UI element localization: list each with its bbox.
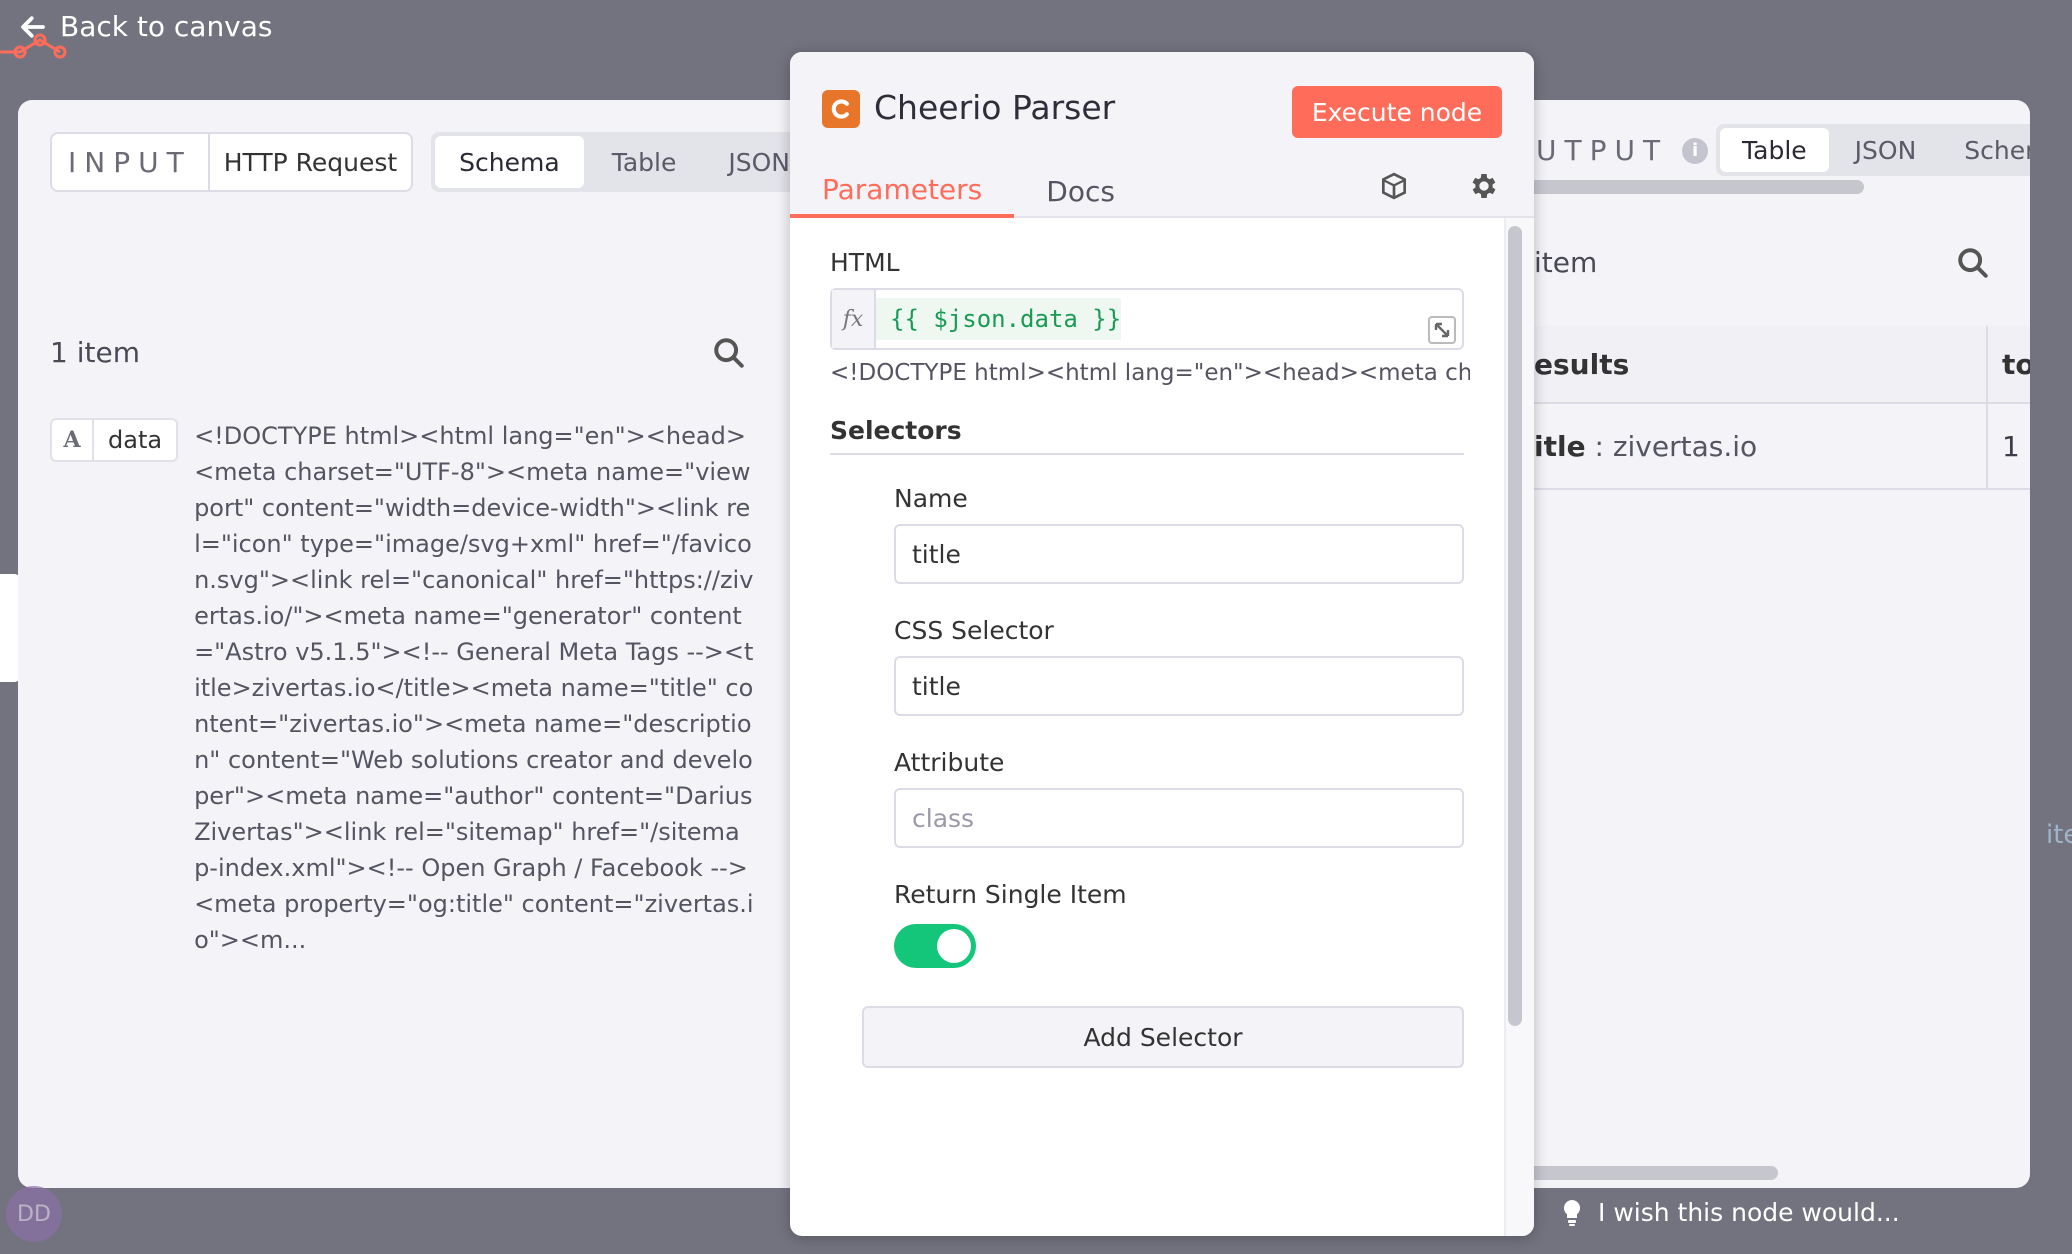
execute-node-button[interactable]: Execute node (1292, 86, 1502, 138)
html-expression-preview: <!DOCTYPE html><html lang="en"><head><me… (830, 360, 1470, 386)
css-selector-input[interactable]: title (894, 656, 1464, 716)
output-tab-table[interactable]: Table (1720, 128, 1829, 172)
html-expression-input[interactable]: fx {{ $json.data }} (830, 288, 1464, 350)
output-item-count: item (1534, 246, 1598, 279)
node-header: Cheerio Parser Execute node Parameters D… (790, 52, 1534, 218)
node-title[interactable]: Cheerio Parser (874, 88, 1115, 127)
result-key: itle (1534, 429, 1586, 463)
output-view-tabs: Table JSON Schem (1716, 124, 2030, 176)
node-tabs: Parameters Docs (790, 164, 1147, 218)
input-item-count: 1 item (50, 336, 140, 369)
result-value: zivertas.io (1612, 429, 1758, 463)
input-panel: INPUT HTTP Request Schema Table JSON 1 i… (18, 100, 818, 1188)
selectors-section-title: Selectors (830, 416, 1464, 455)
node-details-panel: Cheerio Parser Execute node Parameters D… (790, 52, 1534, 1236)
return-single-item-label: Return Single Item (894, 880, 1127, 909)
table-cell-second: 1 (1986, 404, 2030, 488)
output-horizontal-scrollbar-bottom[interactable] (1520, 1166, 1778, 1180)
feedback-link[interactable]: I wish this node would... (1560, 1198, 1900, 1227)
input-view-tabs: Schema Table JSON (431, 132, 818, 192)
schema-field-key: data (108, 426, 163, 454)
tab-parameters[interactable]: Parameters (790, 164, 1015, 218)
output-label: UTPUT (1536, 134, 1669, 167)
avatar[interactable]: DD (6, 1186, 62, 1242)
output-search-icon[interactable] (1956, 246, 1990, 280)
output-label-wrap: UTPUT i (1536, 134, 1709, 167)
search-icon[interactable] (712, 336, 746, 370)
name-input[interactable]: title (894, 524, 1464, 584)
cube-icon[interactable] (1378, 170, 1410, 202)
table-header-row: esults to (1520, 326, 2030, 404)
string-type-icon: A (52, 420, 94, 460)
schema-field-value: <!DOCTYPE html><html lang="en"><head><me… (194, 422, 754, 954)
return-single-item-toggle[interactable] (894, 924, 976, 968)
input-header: INPUT HTTP Request Schema Table JSON (50, 132, 818, 192)
toggle-knob (937, 929, 971, 963)
table-row: itle : zivertas.io 1 (1520, 404, 2030, 490)
table-header-results: esults (1534, 347, 1630, 381)
gear-icon[interactable] (1468, 170, 1500, 202)
params-vertical-scrollbar[interactable] (1508, 226, 1522, 1026)
output-horizontal-scrollbar-top[interactable] (1520, 180, 1864, 194)
input-label: INPUT (52, 134, 210, 190)
name-label: Name (894, 484, 968, 513)
output-table: esults to itle : zivertas.io 1 (1520, 326, 2030, 490)
output-tab-schema[interactable]: Schem (1942, 128, 2030, 172)
html-expression-code[interactable]: {{ $json.data }} (876, 298, 1122, 340)
canvas-connection-icon (0, 33, 67, 59)
expand-icon[interactable] (1428, 316, 1456, 344)
add-selector-button[interactable]: Add Selector (862, 1006, 1464, 1068)
output-panel: UTPUT i Table JSON Schem item esults to … (1520, 100, 2030, 1188)
css-selector-label: CSS Selector (894, 616, 1054, 645)
schema-field-row: A data <!DOCTYPE html><html lang="en"><h… (50, 418, 754, 958)
output-tab-json[interactable]: JSON (1833, 128, 1939, 172)
feedback-label: I wish this node would... (1598, 1198, 1900, 1227)
input-source-name[interactable]: HTTP Request (210, 134, 411, 190)
input-tab-table[interactable]: Table (588, 136, 701, 188)
lightbulb-icon (1563, 1199, 1581, 1226)
input-tab-schema[interactable]: Schema (435, 136, 584, 188)
result-separator: : (1585, 429, 1613, 463)
attribute-label: Attribute (894, 748, 1005, 777)
tab-docs[interactable]: Docs (1014, 164, 1147, 218)
table-cell-result: itle : zivertas.io (1520, 430, 1986, 463)
html-label: HTML (830, 248, 900, 277)
fx-icon: fx (832, 290, 876, 348)
edge-text: ite (2046, 820, 2072, 850)
info-icon[interactable]: i (1682, 137, 1709, 164)
back-to-canvas-label: Back to canvas (60, 10, 273, 43)
table-header-second: to (1986, 326, 2030, 402)
schema-field-badge[interactable]: A data (50, 418, 179, 462)
attribute-input[interactable]: class (894, 788, 1464, 848)
input-source-selector[interactable]: INPUT HTTP Request (50, 132, 414, 192)
cheerio-logo-icon (822, 90, 860, 128)
